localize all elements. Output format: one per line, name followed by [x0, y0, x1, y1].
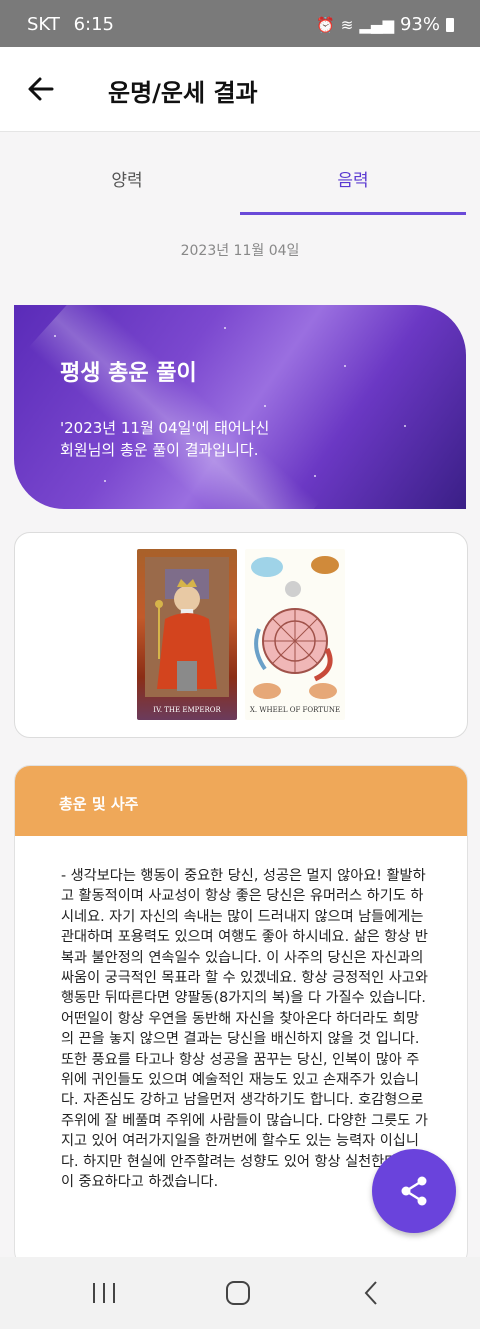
system-back-button[interactable]	[352, 1277, 392, 1309]
wheel-card-label: X. WHEEL OF FORTUNE	[249, 706, 341, 714]
banner-line-1: '2023년 11월 04일'에 태어나신	[60, 419, 270, 437]
summary-banner: 평생 총운 풀이 '2023년 11월 04일'에 태어나신 회원님의 총운 풀…	[14, 305, 466, 509]
star	[404, 425, 406, 427]
banner-line-2: 회원님의 총운 풀이 결과입니다.	[60, 441, 259, 459]
wheel-of-fortune-card: X. WHEEL OF FORTUNE	[245, 549, 345, 720]
wheel-illustration	[251, 556, 339, 699]
star	[224, 327, 226, 329]
fortune-title: 총운 및 사주	[59, 795, 139, 813]
share-icon	[401, 1176, 427, 1206]
back-button[interactable]	[22, 69, 62, 109]
recent-apps-icon	[93, 1283, 115, 1303]
star	[344, 365, 346, 367]
clock: 6:15	[73, 14, 114, 35]
status-bar: SKT 6:15 ⏰ ≋ ▂▄▆ 93%	[0, 0, 480, 47]
star	[264, 405, 266, 407]
birth-date: 2023년 11월 04일	[180, 243, 300, 259]
status-left: SKT 6:15	[27, 14, 114, 35]
emperor-illustration	[145, 557, 229, 697]
recent-apps-button[interactable]	[84, 1277, 124, 1309]
star	[54, 335, 56, 337]
calendar-tabs: 양력 음력	[14, 150, 466, 218]
tab-solar[interactable]: 양력	[14, 150, 240, 216]
battery-percent: 93%	[399, 14, 440, 35]
emperor-card: IV. THE EMPEROR	[137, 549, 237, 720]
share-button[interactable]	[372, 1149, 456, 1233]
banner-title: 평생 총운 풀이	[60, 361, 197, 386]
star	[104, 480, 106, 482]
home-button[interactable]	[218, 1277, 258, 1309]
fortune-text: - 생각보다는 행동이 중요한 당신, 성공은 멀지 않아요! 활발하고 활동적…	[61, 868, 428, 1191]
system-nav-bar	[0, 1257, 480, 1329]
status-right: ⏰ ≋ ▂▄▆ 93%	[316, 14, 454, 35]
tab-indicator	[240, 212, 466, 215]
app-bar: 운명/운세 결과	[0, 47, 480, 132]
page-title: 운명/운세 결과	[108, 79, 258, 107]
fortune-header: 총운 및 사주	[15, 766, 467, 836]
signal-icon: ▂▄▆	[359, 15, 394, 34]
banner-light-streak	[28, 305, 320, 509]
banner-description: '2023년 11월 04일'에 태어나신 회원님의 총운 풀이 결과입니다.	[60, 417, 269, 461]
battery-icon	[446, 17, 454, 32]
home-icon	[226, 1281, 250, 1305]
tarot-cards-box: IV. THE EMPEROR X. WHEEL OF FORTUNE	[14, 532, 468, 738]
chevron-left-icon	[364, 1281, 377, 1305]
tab-lunar[interactable]: 음력	[240, 150, 466, 216]
alarm-icon: ⏰	[316, 15, 335, 34]
arrow-left-icon	[28, 77, 54, 101]
star	[314, 475, 316, 477]
wifi-icon: ≋	[340, 15, 354, 34]
carrier-label: SKT	[27, 14, 60, 35]
emperor-card-label: IV. THE EMPEROR	[153, 706, 221, 714]
